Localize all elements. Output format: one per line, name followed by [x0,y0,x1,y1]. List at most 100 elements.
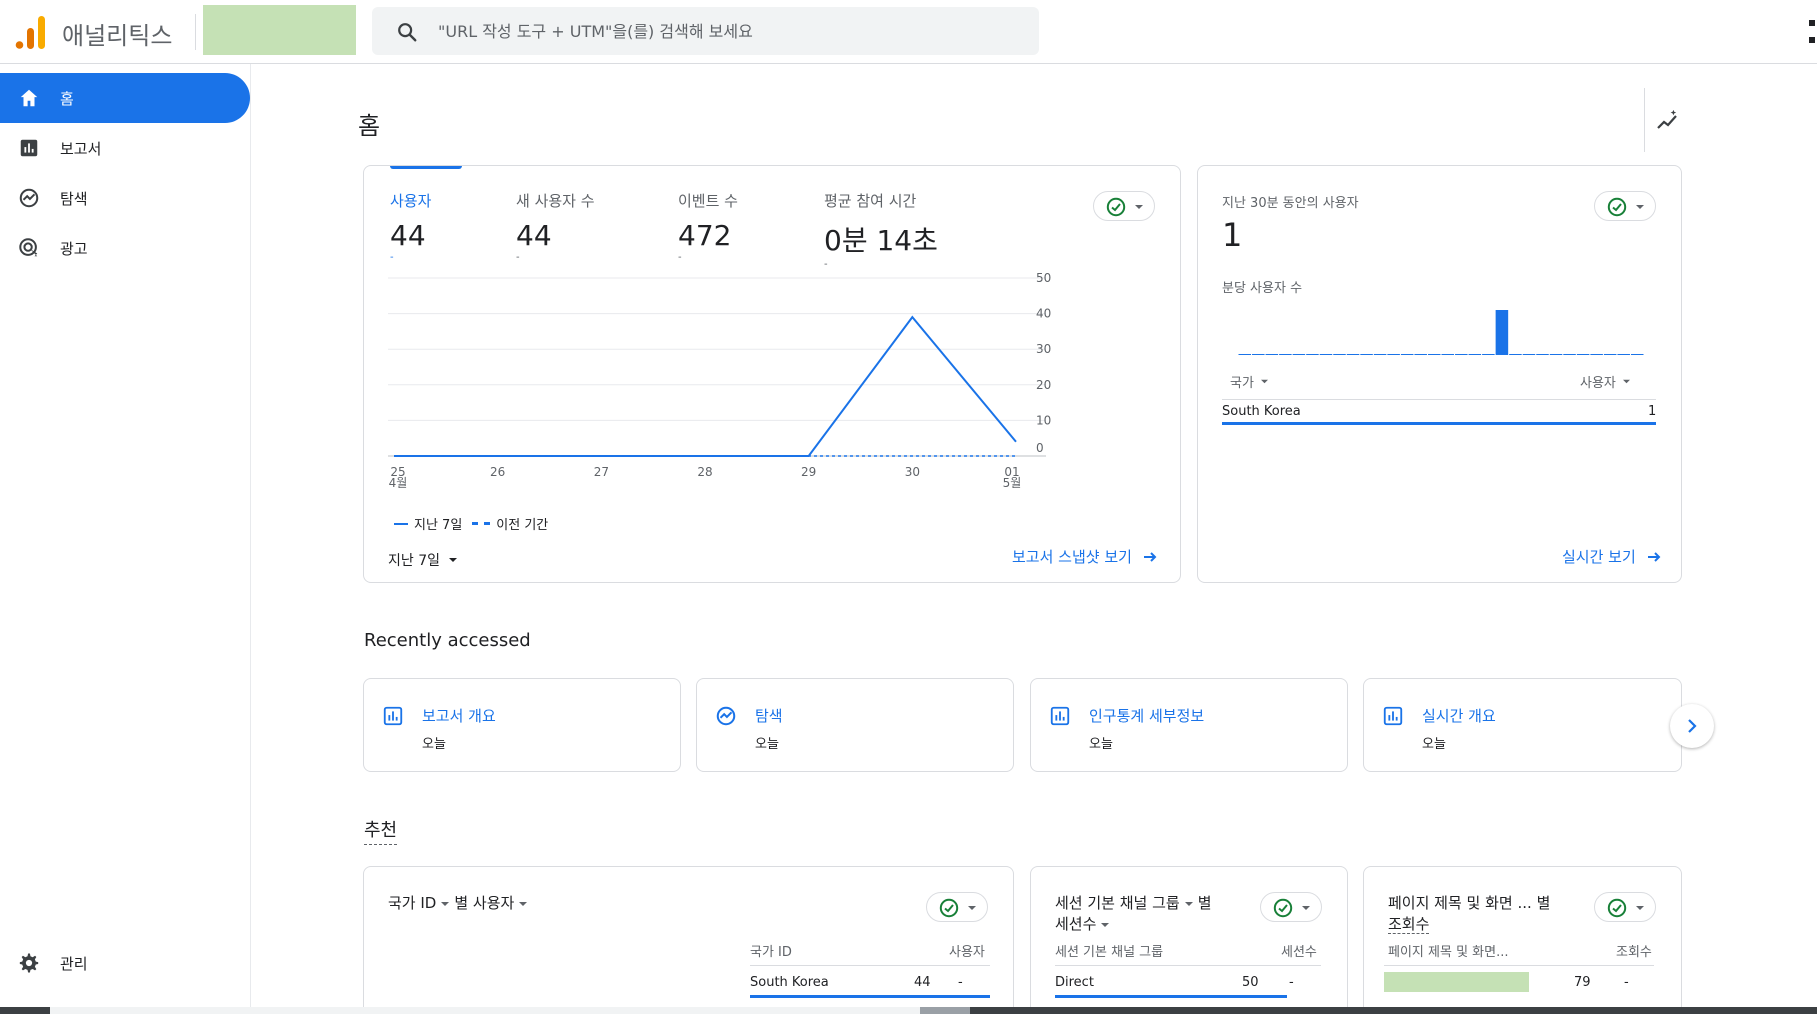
per-minute-bar [1414,354,1427,355]
per-minute-bar [1265,354,1279,355]
page-title: 홈 [358,112,381,140]
metric-label: 조회수 [1388,915,1430,934]
check-circle-icon [939,898,959,918]
country-column-header[interactable]: 국가 [1230,372,1269,391]
sidebar-item-home[interactable]: 홈 [0,73,250,123]
search-input[interactable] [438,7,1018,55]
chevron-down-icon [441,902,450,906]
chevron-down-icon [1184,902,1193,906]
realtime-status-dropdown[interactable] [1594,191,1656,221]
per-minute-bar [1522,354,1536,355]
per-minute-bar [1455,354,1468,355]
y-tick-label: 20 [1036,378,1051,392]
per-minute-bar [1306,354,1319,355]
sidebar-item-admin[interactable]: 관리 [0,938,250,988]
by-label: 별 [1197,894,1212,912]
per-minute-bar [1292,354,1306,355]
per-minute-bar [1509,354,1522,355]
per-minute-bar [1252,354,1265,355]
more-options-icon[interactable] [1809,20,1817,44]
column-header-metric: 조회수 [1616,945,1652,960]
users-column-header[interactable]: 사용자 [1580,372,1631,391]
x-tick-label: 28 [697,465,712,479]
column-label: 사용자 [1580,376,1616,391]
column-header-metric: 사용자 [949,945,985,960]
row-change: - [1289,975,1294,990]
recommend-card-title[interactable]: 국가 ID 별 사용자 [388,893,532,914]
row-bar [1055,995,1287,998]
y-tick-label: 30 [1036,342,1051,356]
sidebar-item-label: 탐색 [60,189,88,208]
search-bar[interactable] [372,7,1039,55]
users-line-chart: 01020304050254월26 27 28 29 30 015월 [388,271,1051,490]
horizontal-scrollbar[interactable] [0,1007,1817,1014]
recommend-card-title[interactable]: 페이지 제목 및 화면 ... 별 조회수 [1388,893,1578,935]
row-change: - [958,975,963,990]
recent-card-explore[interactable]: 탐색 오늘 [696,678,1014,772]
recent-card-date: 오늘 [422,737,446,752]
date-range-dropdown[interactable]: 지난 7일 [388,550,458,570]
per-minute-bar [1536,354,1549,355]
current-period-line [394,315,1017,457]
recent-card-date: 오늘 [1089,737,1113,752]
y-tick-label: 0 [1036,441,1044,455]
column-header-dimension: 세션 기본 채널 그룹 [1055,945,1164,960]
legend-solid-swatch [394,522,408,525]
scrollbar-thumb[interactable] [920,1007,970,1014]
link-label: 보고서 스냅샷 보기 [1012,548,1132,566]
per-minute-label: 분당 사용자 수 [1222,281,1303,296]
per-minute-bar [1360,354,1373,355]
row-bar [750,995,990,998]
table-divider [750,965,990,966]
recent-card-title: 인구통계 세부정보 [1089,707,1205,725]
legend-dashed-swatch [472,522,491,525]
x-tick-label: 29 [801,465,816,479]
account-selector-redacted[interactable] [203,5,356,55]
link-label: 실시간 보기 [1562,548,1636,566]
view-realtime-link[interactable]: 실시간 보기 [1562,546,1662,567]
per-minute-bar [1427,354,1441,355]
realtime-card: 지난 30분 동안의 사용자 1 분당 사용자 수 국가 사용자 South K… [1197,165,1682,583]
realtime-title: 지난 30분 동안의 사용자 [1222,196,1359,211]
analytics-logo-icon[interactable] [14,14,46,50]
view-report-snapshot-link[interactable]: 보고서 스냅샷 보기 [1012,546,1158,567]
sidebar-nav: 홈 보고서 탐색 광고 관리 [0,64,251,1014]
per-minute-bar [1279,354,1292,355]
insights-icon[interactable] [1656,110,1680,134]
recommend-card-title[interactable]: 세션 기본 채널 그룹 별 세션수 [1055,893,1235,935]
per-minute-bar [1373,354,1387,355]
recent-card-demographics-detail[interactable]: 인구통계 세부정보 오늘 [1030,678,1348,772]
per-minute-bar [1333,354,1346,355]
recent-card-realtime-overview[interactable]: 실시간 개요 오늘 [1363,678,1682,772]
per-minute-bar [1617,354,1630,355]
realtime-row-bar [1222,422,1656,425]
per-minute-bar [1319,354,1333,355]
per-minute-bar [1590,354,1603,355]
metric-label: 세션수 [1055,915,1097,933]
sidebar-item-explore[interactable]: 탐색 [0,173,250,223]
realtime-row-users: 1 [1648,404,1657,419]
recommend-status-dropdown[interactable] [1260,892,1322,922]
recent-card-title: 탐색 [755,707,783,725]
explore-icon [716,706,736,726]
chart-legend: 지난 7일 이전 기간 [394,514,548,533]
recently-accessed-title: Recently accessed [364,630,531,651]
recent-next-button[interactable] [1670,704,1714,748]
column-header-dimension: 페이지 제목 및 화면... [1388,945,1509,960]
table-divider [1055,965,1321,966]
recent-card-reports-overview[interactable]: 보고서 개요 오늘 [363,678,681,772]
sidebar-item-reports[interactable]: 보고서 [0,123,250,173]
sidebar-item-ads[interactable]: 광고 [0,223,250,273]
recommend-status-dropdown[interactable] [926,892,988,922]
recent-card-date: 오늘 [755,737,779,752]
row-dimension: South Korea [750,975,829,990]
legend-current-label: 지난 7일 [414,518,463,533]
per-minute-bar [1549,354,1563,355]
column-header-dimension: 국가 ID [750,945,792,960]
recommend-card-page-views: 페이지 제목 및 화면 ... 별 조회수 페이지 제목 및 화면... 조회수 … [1363,866,1682,1014]
recommend-status-dropdown[interactable] [1594,892,1656,922]
redacted-page-title [1384,972,1529,992]
sidebar-item-label: 관리 [60,954,88,973]
per-minute-bar [1576,354,1590,355]
legend-previous-label: 이전 기간 [496,518,549,533]
